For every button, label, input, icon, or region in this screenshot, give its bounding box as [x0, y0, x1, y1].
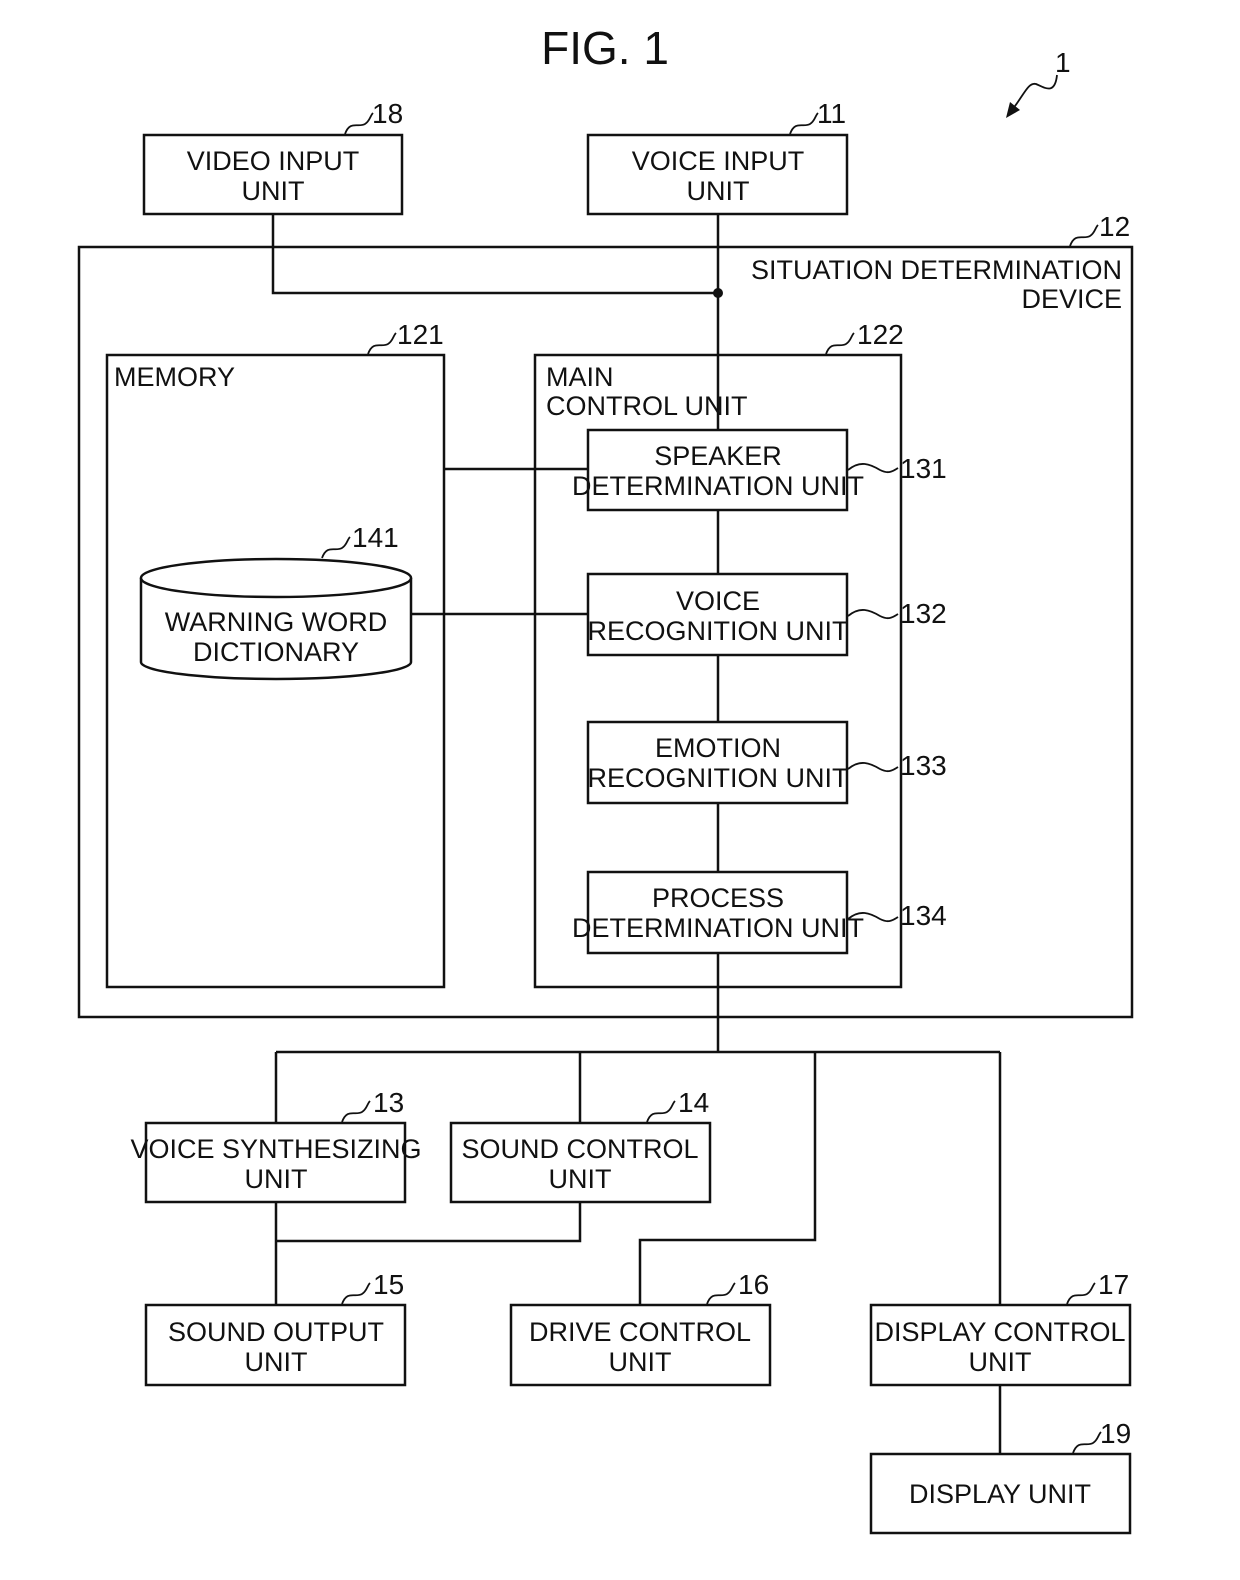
speaker-determination-unit: SPEAKER DETERMINATION UNIT 131	[572, 428, 947, 512]
emotion-recognition-unit: EMOTION RECOGNITION UNIT 133	[586, 720, 947, 805]
block-label: UNIT	[609, 1347, 672, 1377]
ref-label: 15	[373, 1269, 404, 1300]
block-label: UNIT	[242, 176, 305, 206]
block-label: SITUATION DETERMINATION	[751, 255, 1122, 285]
block-label: UNIT	[687, 176, 750, 206]
ref-label: 132	[900, 598, 947, 629]
warning-word-dictionary: WARNING WORD DICTIONARY 141	[139, 522, 413, 681]
block-label: DETERMINATION UNIT	[572, 471, 864, 501]
ref-label: 16	[738, 1269, 769, 1300]
block-label: UNIT	[969, 1347, 1032, 1377]
block-label: RECOGNITION UNIT	[588, 763, 849, 793]
ref-label: 13	[373, 1087, 404, 1118]
block-label: DISPLAY UNIT	[909, 1479, 1091, 1509]
ref-label: 11	[817, 98, 846, 129]
block-label: DETERMINATION UNIT	[572, 913, 864, 943]
junction-dot	[713, 288, 723, 298]
ref-label: 131	[900, 453, 947, 484]
block-label: DICTIONARY	[193, 637, 359, 667]
block-diagram: FIG. 1 1 VIDEO INPUT UNIT 18 VOICE INPUT…	[77, 22, 1134, 1535]
block-label: RECOGNITION UNIT	[588, 616, 849, 646]
block-label: EMOTION	[655, 733, 781, 763]
block-label: VIDEO INPUT	[187, 146, 360, 176]
block-label: UNIT	[549, 1164, 612, 1194]
system-ref-label: 1	[1055, 47, 1071, 78]
voice-recognition-unit: VOICE RECOGNITION UNIT 132	[586, 572, 947, 657]
block-label: MAIN	[546, 362, 614, 392]
block-label: DRIVE CONTROL	[529, 1317, 751, 1347]
video-input-connector	[271, 214, 718, 295]
block-label: SOUND OUTPUT	[168, 1317, 384, 1347]
block-label: SOUND CONTROL	[461, 1134, 698, 1164]
ref-label: 19	[1100, 1418, 1131, 1449]
block-label: SPEAKER	[654, 441, 782, 471]
block-label: VOICE INPUT	[632, 146, 805, 176]
block-label: UNIT	[245, 1164, 308, 1194]
block-label: CONTROL UNIT	[546, 391, 748, 421]
block-label: VOICE	[676, 586, 760, 616]
block-label: DEVICE	[1021, 284, 1122, 314]
ref-label: 12	[1099, 211, 1130, 242]
block-label: DISPLAY CONTROL	[874, 1317, 1125, 1347]
system-ref-arrow	[1006, 74, 1058, 118]
block-label: WARNING WORD	[165, 607, 387, 637]
voice-input-unit: VOICE INPUT UNIT 11	[586, 98, 849, 216]
ref-label: 134	[900, 900, 947, 931]
figure-title: FIG. 1	[541, 22, 669, 74]
ref-label: 17	[1098, 1269, 1129, 1300]
ref-label: 133	[900, 750, 947, 781]
video-input-unit: VIDEO INPUT UNIT 18	[142, 98, 404, 216]
ref-label: 122	[857, 319, 904, 350]
ref-label: 14	[678, 1087, 709, 1118]
ref-label: 18	[372, 98, 403, 129]
block-label: MEMORY	[114, 362, 235, 392]
block-label: PROCESS	[652, 883, 784, 913]
ref-label: 141	[352, 522, 399, 553]
process-determination-unit: PROCESS DETERMINATION UNIT 134	[572, 870, 947, 955]
block-label: UNIT	[245, 1347, 308, 1377]
block-label: VOICE SYNTHESIZING	[130, 1134, 421, 1164]
ref-label: 121	[397, 319, 444, 350]
